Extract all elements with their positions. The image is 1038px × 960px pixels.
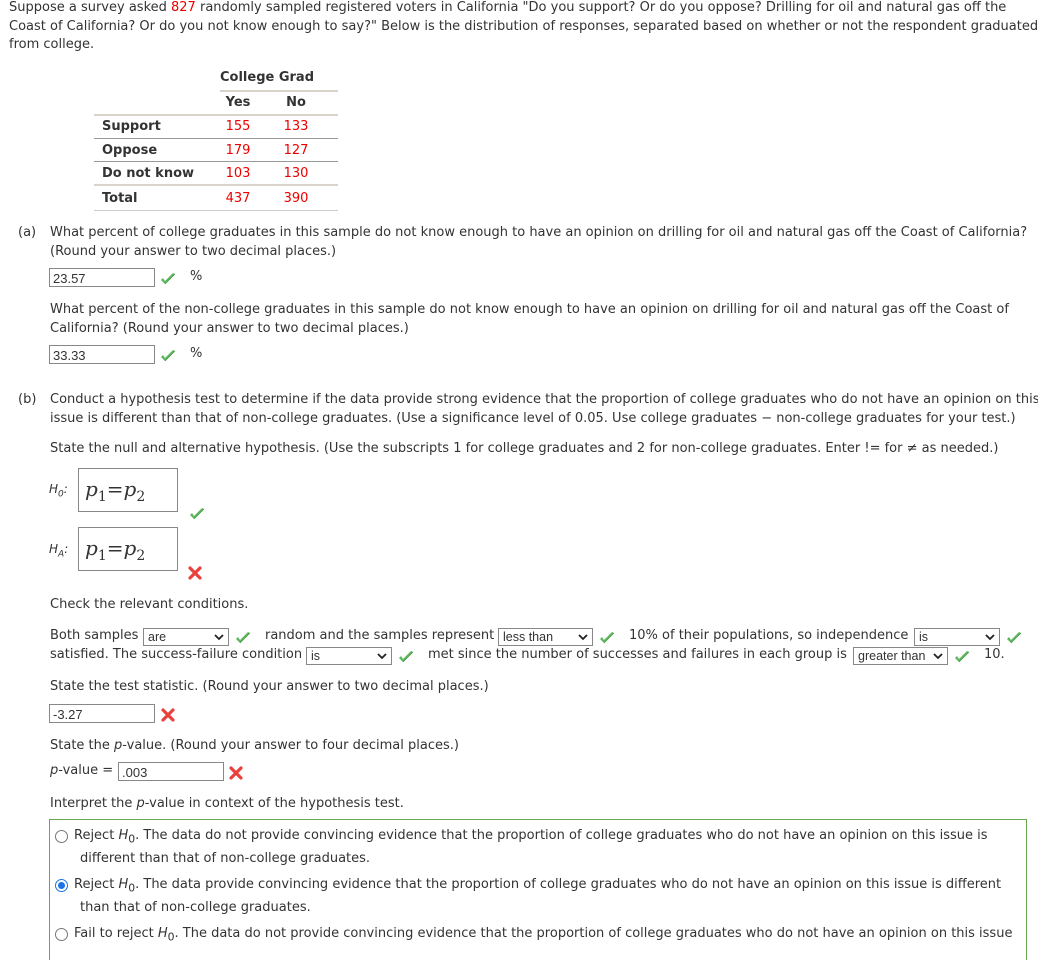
correct-check-icon <box>398 650 414 664</box>
cond-text-2: random and the samples represent <box>265 628 495 643</box>
incorrect-x-icon <box>229 766 243 780</box>
h0-label: H0: <box>49 482 68 500</box>
intro-line-3: from college. <box>9 37 95 52</box>
cond-text-3: 10% of their populations, so independenc… <box>629 628 909 643</box>
correct-check-icon <box>599 631 615 645</box>
contingency-table: College Grad Yes No Support 155 133 Oppo… <box>94 68 338 213</box>
conditions-prompt: Check the relevant conditions. <box>50 597 249 612</box>
non-college-grad-percent-input[interactable]: 33.33 <box>49 345 155 364</box>
successes-comparison-select[interactable]: greater than <box>853 647 948 665</box>
table-row-support: Support 155 133 <box>102 119 309 134</box>
cond-text-1: Both samples <box>50 628 139 643</box>
chevron-down-icon <box>933 649 943 663</box>
correct-check-icon <box>189 507 205 521</box>
cond-text-5: met since the number of successes and fa… <box>428 647 847 662</box>
radio-button[interactable] <box>55 830 68 843</box>
cond-text-6: 10. <box>984 647 1005 662</box>
chevron-down-icon <box>985 630 995 644</box>
table-row-do-not-know: Do not know 103 130 <box>102 166 309 181</box>
table-row-oppose: Oppose 179 127 <box>102 143 309 158</box>
independence-select[interactable]: is <box>914 628 1000 646</box>
sample-size: 827 <box>171 0 196 15</box>
population-fraction-select[interactable]: less than <box>498 628 593 646</box>
test-statistic-input[interactable]: -3.27 <box>49 704 155 723</box>
college-grad-percent-input[interactable]: 23.57 <box>49 268 155 287</box>
null-hypothesis-input[interactable]: p1=p2 <box>78 468 178 512</box>
p-value-input[interactable]: .003 <box>118 762 224 781</box>
interpret-prompt: Interpret the p-value in context of the … <box>50 796 404 811</box>
alternative-hypothesis-input[interactable]: p1=p2 <box>78 527 178 571</box>
intro-line-1: Suppose a survey asked 827 randomly samp… <box>9 0 1007 15</box>
percent-unit: % <box>190 269 203 284</box>
percent-unit: % <box>190 346 203 361</box>
part-a-question-2: What percent of the non-college graduate… <box>50 302 1009 336</box>
part-a-tag: (a) <box>18 225 37 240</box>
correct-check-icon <box>160 272 176 286</box>
correct-check-icon <box>954 650 970 664</box>
part-b-intro: Conduct a hypothesis test to determine i… <box>50 392 1038 426</box>
col-header-no: No <box>286 95 306 110</box>
correct-check-icon <box>160 349 176 363</box>
p-value-prompt: State the p-value. (Round your answer to… <box>50 738 459 753</box>
part-b-tag: (b) <box>18 392 37 407</box>
ha-label: HA: <box>49 542 69 560</box>
cond-text-4: satisfied. The success-failure condition <box>50 647 303 662</box>
correct-check-icon <box>1006 631 1022 645</box>
success-failure-select[interactable]: is <box>306 647 392 665</box>
radio-button-selected[interactable] <box>55 879 68 892</box>
part-a-question-1: What percent of college graduates in thi… <box>50 225 1028 259</box>
intro-paragraph: Suppose a survey asked 827 randomly samp… <box>9 0 1038 55</box>
chevron-down-icon <box>578 630 588 644</box>
radio-button[interactable] <box>55 928 68 941</box>
chevron-down-icon <box>377 649 387 663</box>
interpretation-options: Reject H0. The data do not provide convi… <box>49 819 1027 960</box>
correct-check-icon <box>235 631 251 645</box>
test-statistic-prompt: State the test statistic. (Round your an… <box>50 679 489 694</box>
chevron-down-icon <box>214 630 224 644</box>
p-value-label: p-value = <box>50 763 114 778</box>
intro-line-2: Coast of California? Or do you not know … <box>9 18 1038 34</box>
hypothesis-prompt: State the null and alternative hypothesi… <box>50 441 999 456</box>
incorrect-x-icon <box>161 708 175 722</box>
table-row-total: Total 437 390 <box>102 191 309 206</box>
incorrect-x-icon <box>188 566 202 580</box>
col-header-yes: Yes <box>225 95 251 110</box>
random-samples-select[interactable]: are <box>143 628 229 646</box>
